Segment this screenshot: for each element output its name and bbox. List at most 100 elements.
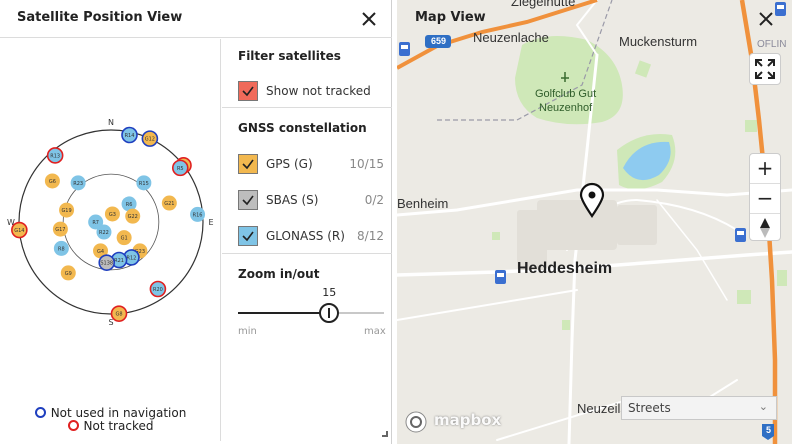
road-shield-5-label: 5	[766, 425, 772, 435]
place-heddesheim: Heddesheim	[517, 260, 613, 277]
satellite-label: G19	[61, 208, 71, 214]
zoom-value: 15	[322, 286, 337, 299]
direction-label-s: S	[108, 318, 113, 327]
satellite-label: G12	[145, 137, 155, 143]
zoom-title: Zoom in/out	[238, 267, 320, 281]
direction-label-e: E	[208, 218, 213, 227]
filter-section: Filter satellites Show not tracked	[222, 39, 392, 108]
satellite-label: R20	[153, 287, 163, 293]
glonass-label: GLONASS (R)	[266, 229, 345, 243]
constellation-title: GNSS constellation	[238, 121, 367, 135]
satellite-label: G22	[128, 214, 138, 220]
satellite-label: G14	[14, 228, 24, 234]
fullscreen-button[interactable]	[749, 53, 781, 85]
not-tracked-ring-icon	[67, 420, 79, 431]
gps-count: 10/15	[349, 157, 384, 171]
satellite-label: R5	[177, 166, 184, 172]
sky-plot-area: NESWG12R14R13G6R23R15GR5R6G21R16G19G17G1…	[0, 39, 221, 441]
map-title: Map View	[415, 10, 486, 25]
place-oflin: OFLIN	[757, 39, 787, 50]
satellite-panel-header: Satellite Position View	[0, 0, 392, 38]
satellite-panel: Satellite Position View N E S W G12 R14 R13 G6 R…	[0, 0, 392, 444]
road-shield-659-label: 659	[431, 36, 447, 46]
checkmark-icon	[242, 86, 254, 97]
mapbox-attribution[interactable]: mapbox	[405, 411, 501, 433]
mapbox-wordmark: mapbox	[434, 411, 502, 429]
satellite-label: R21	[114, 258, 124, 264]
checkmark-icon	[242, 195, 254, 206]
show-not-tracked-checkbox[interactable]	[238, 81, 258, 101]
zoom-min-label: min	[238, 326, 257, 337]
checkmark-icon	[242, 159, 254, 170]
map-style-value: Streets	[628, 401, 671, 415]
place-neuzenlache: Neuzenlache	[473, 30, 549, 45]
satellite-label: G4	[97, 249, 104, 255]
compass-button[interactable]	[750, 214, 780, 243]
place-ziegelhuette: Ziegelhütte	[511, 0, 576, 9]
close-icon	[759, 12, 773, 26]
satellite-label: G21	[164, 201, 174, 207]
place-neuzenhof: Neuzenhof	[539, 102, 593, 114]
compass-icon	[760, 218, 770, 238]
zoom-slider-thumb[interactable]	[319, 303, 340, 323]
chevron-down-icon: ⌄	[758, 400, 768, 413]
sbas-count: 0/2	[364, 193, 384, 207]
zoom-slider-fill	[238, 312, 330, 314]
legend-not-used: Not used in navigation	[0, 406, 221, 420]
legend-not-tracked: Not tracked	[0, 419, 221, 433]
satellite-label: G6	[49, 179, 56, 185]
zoom-max-label: max	[364, 326, 386, 337]
zoom-controls: + −	[749, 153, 781, 241]
zoom-out-button[interactable]: −	[750, 184, 780, 213]
satellite-label: G3	[109, 212, 116, 218]
sbas-label: SBAS (S)	[266, 193, 319, 207]
satellite-label: R7	[92, 220, 99, 226]
sbas-checkbox[interactable]	[238, 190, 258, 210]
map-style-select[interactable]: Streets ⌄	[621, 396, 777, 420]
direction-label-n: N	[108, 118, 114, 127]
satellite-label: R6	[126, 202, 133, 208]
satellite-panel-title: Satellite Position View	[17, 10, 183, 25]
close-satellite-panel-button[interactable]	[360, 10, 378, 28]
checkmark-icon	[242, 231, 254, 242]
satellite-label: R16	[193, 212, 203, 218]
zoom-slider[interactable]	[238, 303, 384, 323]
gps-label: GPS (G)	[266, 157, 313, 171]
satellite-label: S138	[100, 261, 113, 267]
not-used-ring-icon	[34, 407, 46, 418]
satellite-label: R14	[125, 133, 135, 139]
satellite-label: G17	[55, 227, 65, 233]
satellite-label: R15	[139, 181, 149, 187]
place-benheim: Benheim	[397, 196, 449, 211]
zoom-in-button[interactable]: +	[750, 154, 780, 183]
close-icon	[362, 12, 376, 26]
expand-icon	[755, 59, 775, 79]
map-canvas[interactable]	[397, 0, 792, 444]
mapbox-logo-icon	[405, 411, 427, 433]
sky-plot: NESWG12R14R13G6R23R15GR5R6G21R16G19G17G1…	[7, 118, 213, 327]
place-golfclub: Golfclub Gut	[535, 88, 597, 100]
satellite-label: R23	[73, 181, 83, 187]
map-panel[interactable]: Map View Ziegelhütte Neuzenlache Muckens…	[397, 0, 792, 444]
horizon-ring	[18, 129, 204, 315]
satellite-label: R13	[50, 153, 60, 159]
close-map-button[interactable]	[757, 10, 775, 28]
satellite-settings-sidebar: Filter satellites Show not tracked GNSS …	[222, 39, 392, 441]
show-not-tracked-label: Show not tracked	[266, 84, 371, 98]
satellite-label: R22	[99, 230, 109, 236]
satellite-label: R12	[127, 255, 137, 261]
constellation-gps-toggle[interactable]: GPS (G) 10/15	[238, 154, 384, 174]
constellation-sbas-toggle[interactable]: SBAS (S) 0/2	[238, 190, 384, 210]
satellite-label: G8	[115, 312, 122, 318]
satellite-label: G1	[121, 236, 128, 242]
gps-checkbox[interactable]	[238, 154, 258, 174]
satellite-label: R8	[58, 246, 65, 252]
constellation-glonass-toggle[interactable]: GLONASS (R) 8/12	[238, 226, 384, 246]
filter-title: Filter satellites	[238, 49, 341, 63]
glonass-checkbox[interactable]	[238, 226, 258, 246]
glonass-count: 8/12	[357, 229, 384, 243]
place-muckensturm: Muckensturm	[619, 34, 698, 49]
show-not-tracked-toggle[interactable]: Show not tracked	[238, 81, 384, 101]
constellation-section: GNSS constellation GPS (G) 10/15 SBAS (S…	[222, 108, 392, 254]
resize-handle[interactable]	[382, 431, 388, 437]
